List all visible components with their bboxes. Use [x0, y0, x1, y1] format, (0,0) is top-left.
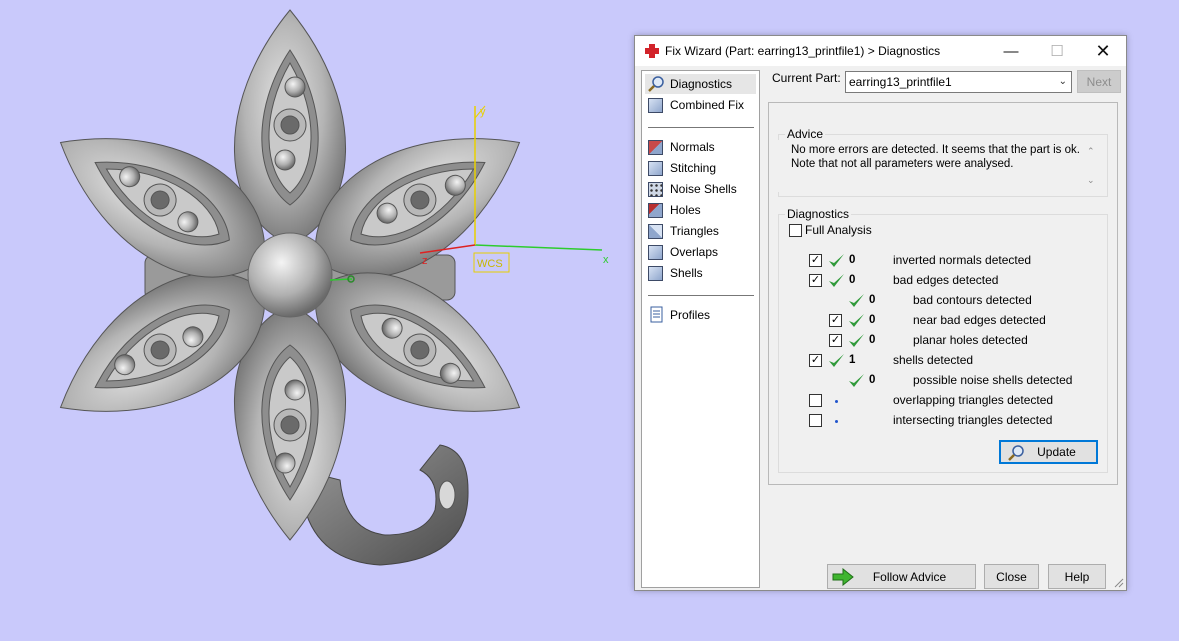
update-label: Update [1037, 445, 1076, 459]
window-title: Fix Wizard (Part: earring13_printfile1) … [665, 44, 941, 58]
diagnostic-label: possible noise shells detected [913, 373, 1073, 387]
nav-overlaps[interactable]: Overlaps [645, 242, 756, 262]
x-axis-label: x [603, 254, 609, 266]
advice-title: Advice [785, 127, 826, 141]
nav-diagnostics[interactable]: Diagnostics [645, 74, 756, 94]
current-part-value: earring13_printfile1 [849, 75, 952, 89]
scroll-up-icon[interactable]: ⌃ [1087, 146, 1095, 157]
nav-profiles[interactable]: Profiles [645, 305, 756, 325]
maximize-button[interactable]: ☐ [1034, 36, 1080, 66]
diagnostic-label: bad edges detected [893, 273, 999, 287]
diagnostic-checkbox[interactable]: ✓ [809, 354, 822, 367]
minimize-button[interactable]: — [988, 36, 1034, 66]
diagnostic-count: 1 [849, 354, 856, 366]
diagnostic-checkbox[interactable]: ✓ [829, 314, 842, 327]
resize-grip-icon[interactable] [1114, 578, 1124, 588]
diagnostic-checkbox[interactable]: ✓ [809, 274, 822, 287]
diagnostic-checkbox[interactable]: ✓ [829, 334, 842, 347]
triangles-cube-icon [647, 222, 665, 240]
diagnostic-label: near bad edges detected [913, 313, 1046, 327]
3d-viewport[interactable]: y x z WCS [0, 0, 630, 641]
earring-model: y x z WCS [59, 9, 609, 566]
close-button[interactable]: Close [984, 564, 1039, 589]
diagnostic-count: 0 [869, 374, 876, 386]
full-analysis-checkbox[interactable] [789, 224, 802, 237]
stitching-cube-icon [647, 159, 665, 177]
advice-text: No more errors are detected. It seems th… [778, 140, 1095, 192]
full-analysis-label: Full Analysis [805, 223, 872, 237]
green-check-icon [849, 334, 864, 347]
diagnostic-label: intersecting triangles detected [893, 413, 1053, 427]
green-check-icon [829, 254, 844, 267]
update-button[interactable]: Update [999, 440, 1098, 464]
magnifier-icon [1007, 444, 1025, 465]
overlaps-cube-icon [647, 243, 665, 261]
nav-noise-shells[interactable]: Noise Shells [645, 179, 756, 199]
holes-cube-icon [647, 201, 665, 219]
wcs-label: WCS [477, 258, 503, 270]
green-check-icon [829, 274, 844, 287]
advice-line-1: No more errors are detected. It seems th… [791, 144, 1080, 156]
z-axis-label: z [422, 255, 428, 267]
diagnostic-label: planar holes detected [913, 333, 1028, 347]
nav-combined-fix[interactable]: Combined Fix [645, 95, 756, 115]
help-button[interactable]: Help [1048, 564, 1106, 589]
nav-stitching[interactable]: Stitching [645, 158, 756, 178]
diagnostic-checkbox[interactable] [809, 414, 822, 427]
current-part-select[interactable]: earring13_printfile1 ⌄ [845, 71, 1072, 93]
diagnostic-count: 0 [869, 334, 876, 346]
diagnostic-count: 0 [849, 254, 856, 266]
pending-dot-icon [835, 420, 838, 423]
follow-advice-button[interactable]: Follow Advice [827, 564, 976, 589]
nav-holes[interactable]: Holes [645, 200, 756, 220]
diagnostic-count: 0 [869, 314, 876, 326]
green-check-icon [849, 374, 864, 387]
diagnostic-count: 0 [849, 274, 856, 286]
diagnostic-checkbox[interactable] [809, 394, 822, 407]
red-cross-app-icon [644, 43, 660, 59]
close-window-button[interactable]: ✕ [1080, 36, 1126, 66]
fix-wizard-dialog: Fix Wizard (Part: earring13_printfile1) … [634, 35, 1127, 591]
diagnostic-count: 0 [869, 294, 876, 306]
y-axis-label: y [480, 106, 486, 118]
green-check-icon [849, 314, 864, 327]
document-icon [647, 306, 665, 324]
green-arrow-icon [832, 567, 854, 589]
combined-fix-cube-icon [647, 96, 665, 114]
pending-dot-icon [835, 400, 838, 403]
noise-shells-cube-icon [647, 180, 665, 198]
scroll-down-icon[interactable]: ⌄ [1087, 175, 1095, 186]
green-check-icon [849, 294, 864, 307]
advice-line-2: Note that not all parameters were analys… [791, 158, 1014, 170]
title-bar[interactable]: Fix Wizard (Part: earring13_printfile1) … [635, 36, 1126, 66]
next-button[interactable]: Next [1077, 70, 1121, 93]
nav-divider [648, 295, 754, 296]
nav-normals[interactable]: Normals [645, 137, 756, 157]
green-check-icon [829, 354, 844, 367]
follow-advice-label: Follow Advice [872, 569, 947, 584]
diagnostics-title: Diagnostics [785, 207, 852, 221]
nav-divider [648, 127, 754, 128]
current-part-label: Current Part: [772, 71, 841, 85]
diagnostic-label: bad contours detected [913, 293, 1032, 307]
diagnostic-checkbox[interactable]: ✓ [809, 254, 822, 267]
shells-cube-icon [647, 264, 665, 282]
advice-scrollbar[interactable]: ⌃ ⌄ [1085, 140, 1099, 188]
normals-cube-icon [647, 138, 665, 156]
diagnostic-label: overlapping triangles detected [893, 393, 1054, 407]
chevron-down-icon: ⌄ [1058, 76, 1067, 87]
diagnostic-label: inverted normals detected [893, 253, 1032, 267]
diagnostic-label: shells detected [893, 353, 974, 367]
magnifier-icon [647, 75, 665, 93]
wizard-navigation: Diagnostics Combined Fix Normals Stitchi… [641, 70, 760, 588]
nav-triangles[interactable]: Triangles [645, 221, 756, 241]
nav-shells[interactable]: Shells [645, 263, 756, 283]
center-bead [247, 232, 333, 318]
